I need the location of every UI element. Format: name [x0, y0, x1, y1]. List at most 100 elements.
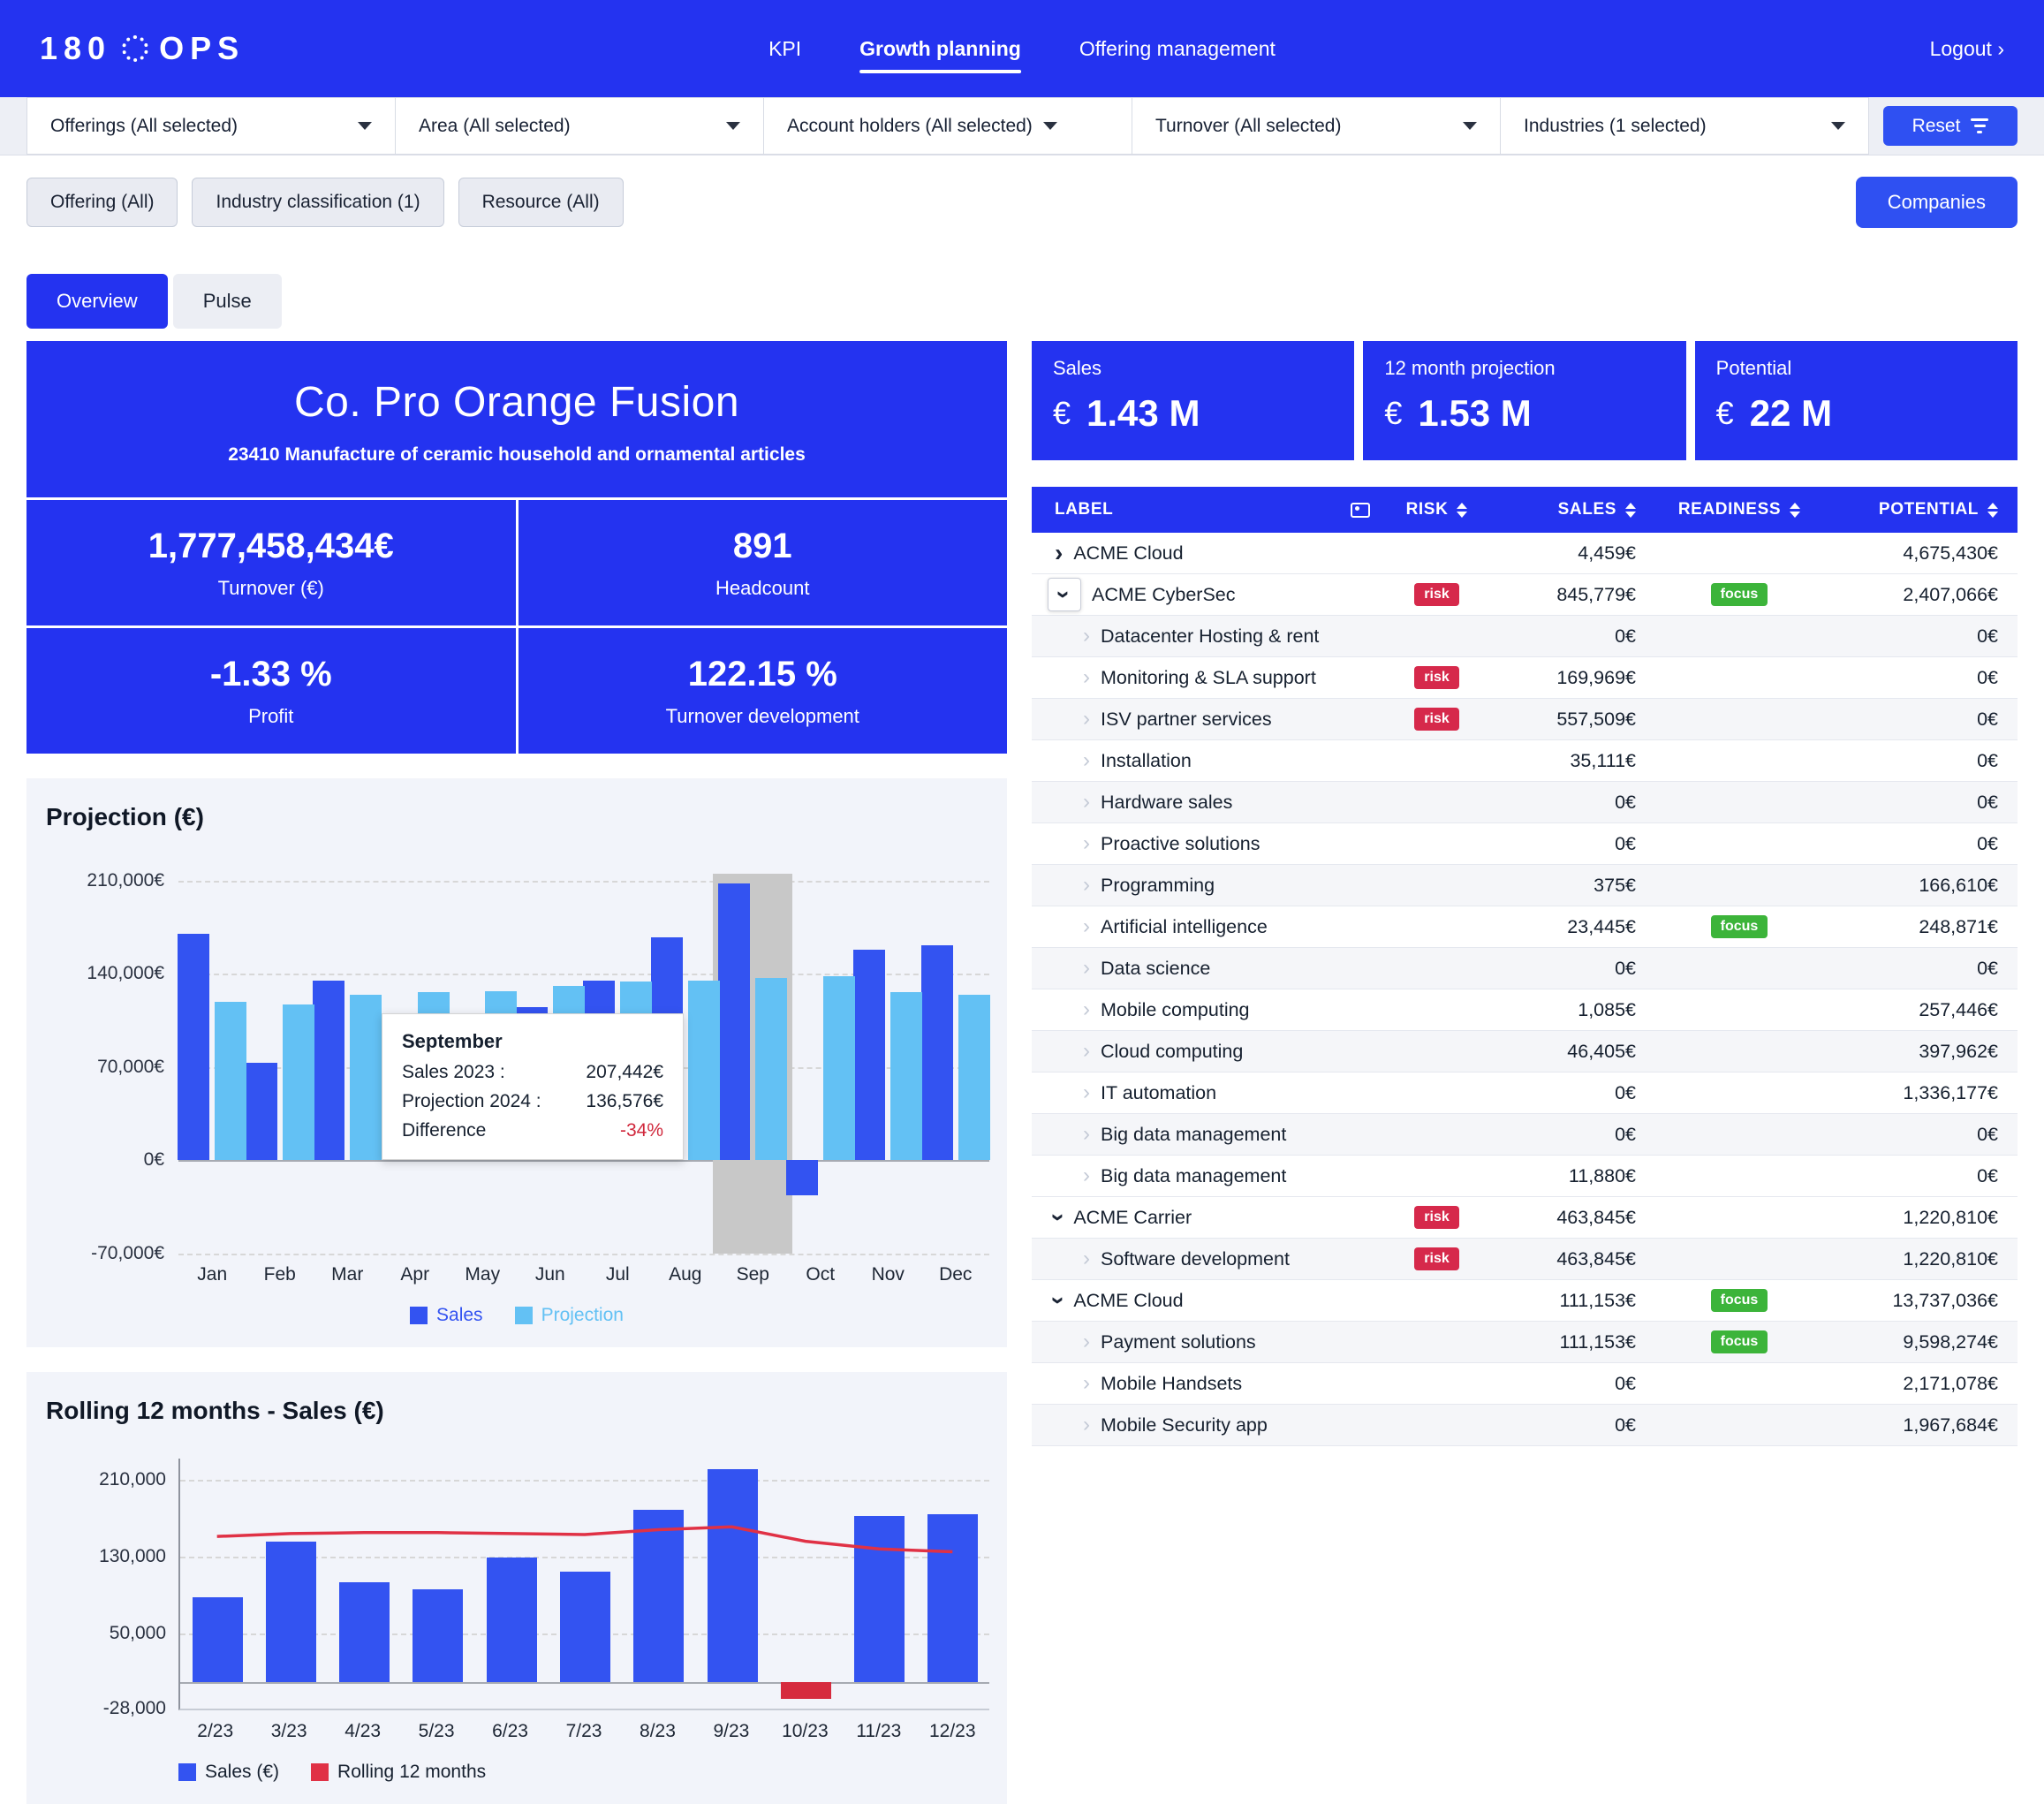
table-row[interactable]: ›Mobile Handsets0€2,171,078€	[1032, 1363, 2018, 1405]
table-row[interactable]: ›Big data management0€0€	[1032, 1114, 2018, 1156]
chevron-right-icon[interactable]: ›	[1083, 669, 1090, 686]
table-row[interactable]: ›Hardware sales0€0€	[1032, 782, 2018, 823]
row-potential-value: 397,962€	[1832, 1041, 2018, 1063]
row-label: Data science	[1101, 958, 1210, 980]
table-row[interactable]: ›IT automation0€1,336,177€	[1032, 1073, 2018, 1114]
gridline	[178, 881, 989, 883]
bar-projection[interactable]	[755, 978, 787, 1160]
table-row[interactable]: ›ACME CyberSecrisk845,779€focus2,407,066…	[1032, 574, 2018, 616]
filter-dropdown-offerings[interactable]: Offerings (All selected)	[26, 97, 396, 155]
chevron-right-icon[interactable]: ›	[1083, 918, 1090, 936]
expand-toggle[interactable]: ›	[1048, 578, 1081, 611]
table-row[interactable]: ›Software developmentrisk463,845€1,220,8…	[1032, 1239, 2018, 1280]
chevron-right-icon[interactable]: ›	[1083, 627, 1090, 645]
bar-sales[interactable]	[786, 1160, 818, 1194]
main-content: Co. Pro Orange Fusion 23410 Manufacture …	[26, 341, 2018, 1804]
table-row[interactable]: ›Datacenter Hosting & rent0€0€	[1032, 616, 2018, 657]
filter-chip-resource[interactable]: Resource (All)	[458, 178, 624, 227]
x-axis-label: Mar	[331, 1264, 363, 1285]
col-header-potential[interactable]: POTENTIAL	[1832, 500, 2018, 519]
left-column: Co. Pro Orange Fusion 23410 Manufacture …	[26, 341, 1007, 1804]
chevron-down-icon	[726, 122, 740, 130]
bar-projection[interactable]	[958, 995, 990, 1160]
x-axis-label: May	[465, 1264, 500, 1285]
projection-legend: SalesProjection	[26, 1305, 1007, 1326]
chevron-right-icon[interactable]: ›	[1083, 1042, 1090, 1060]
image-icon[interactable]	[1351, 503, 1370, 518]
filter-dropdown-turnover[interactable]: Turnover (All selected)	[1132, 97, 1501, 155]
chart-tooltip: September Sales 2023 :207,442€Projection…	[382, 1013, 684, 1160]
table-row[interactable]: ›Mobile computing1,085€257,446€	[1032, 989, 2018, 1031]
chevron-down-icon[interactable]: ›	[1056, 590, 1073, 598]
sort-icon[interactable]	[1790, 503, 1800, 518]
nav-item-kpi[interactable]: KPI	[768, 37, 801, 61]
sort-icon[interactable]	[1625, 503, 1636, 518]
bar-sales[interactable]	[853, 950, 885, 1160]
bar-projection[interactable]	[283, 1004, 314, 1161]
chevron-right-icon[interactable]: ›	[1083, 1375, 1090, 1392]
table-row[interactable]: ›Proactive solutions0€0€	[1032, 823, 2018, 865]
chevron-right-icon[interactable]: ›	[1083, 876, 1090, 894]
bar-sales[interactable]	[313, 981, 344, 1161]
chevron-right-icon[interactable]: ›	[1083, 793, 1090, 811]
col-header-readiness[interactable]: READINESS	[1647, 500, 1832, 519]
bar-sales[interactable]	[178, 934, 209, 1160]
filter-dropdown-label: Account holders (All selected)	[787, 116, 1033, 137]
table-row[interactable]: ›Data science0€0€	[1032, 948, 2018, 989]
sort-icon[interactable]	[1987, 503, 1998, 518]
filter-dropdown-industries[interactable]: Industries (1 selected)	[1501, 97, 1869, 155]
rolling-x-labels: 2/233/234/235/236/237/238/239/2310/2311/…	[178, 1721, 989, 1747]
bar-projection[interactable]	[823, 976, 855, 1160]
chevron-right-icon[interactable]: ›	[1083, 1167, 1090, 1185]
row-sales-value: 46,405€	[1488, 1041, 1647, 1063]
bar-projection[interactable]	[350, 995, 382, 1160]
table-row[interactable]: ›Cloud computing46,405€397,962€	[1032, 1031, 2018, 1073]
logout-link[interactable]: Logout ›	[1930, 37, 2004, 61]
chevron-right-icon[interactable]: ›	[1083, 1416, 1090, 1434]
chevron-down-icon[interactable]: ›	[1050, 1296, 1068, 1304]
filter-chip-industry[interactable]: Industry classification (1)	[192, 178, 443, 227]
table-row[interactable]: ›ACME Carrierrisk463,845€1,220,810€	[1032, 1197, 2018, 1239]
table-row[interactable]: ›ISV partner servicesrisk557,509€0€	[1032, 699, 2018, 740]
euro-icon: €	[1053, 395, 1071, 432]
sort-icon[interactable]	[1457, 503, 1467, 518]
chevron-right-icon[interactable]: ›	[1083, 1250, 1090, 1268]
chevron-right-icon[interactable]: ›	[1083, 1001, 1090, 1019]
chevron-right-icon[interactable]: ›	[1083, 835, 1090, 853]
tab-overview[interactable]: Overview	[26, 274, 168, 329]
bar-projection[interactable]	[890, 992, 922, 1160]
chevron-right-icon[interactable]: ›	[1083, 1084, 1090, 1102]
chevron-right-icon[interactable]: ›	[1083, 710, 1090, 728]
filter-dropdown-account[interactable]: Account holders (All selected)	[764, 97, 1132, 155]
table-row[interactable]: ›Installation35,111€0€	[1032, 740, 2018, 782]
reset-button[interactable]: Reset	[1883, 106, 2018, 146]
table-row[interactable]: ›Programming375€166,610€	[1032, 865, 2018, 906]
bar-sales[interactable]	[246, 1063, 277, 1160]
row-label: Proactive solutions	[1101, 833, 1260, 855]
bar-projection[interactable]	[215, 1002, 246, 1161]
chevron-down-icon[interactable]: ›	[1050, 1213, 1068, 1221]
table-row[interactable]: ›ACME Cloud111,153€focus13,737,036€	[1032, 1280, 2018, 1322]
col-header-risk[interactable]: RISK	[1386, 500, 1488, 519]
chevron-right-icon[interactable]: ›	[1083, 959, 1090, 977]
bar-projection[interactable]	[688, 981, 720, 1161]
nav-item-growth-planning[interactable]: Growth planning	[859, 37, 1021, 61]
nav-item-offering-management[interactable]: Offering management	[1079, 37, 1276, 61]
bar-sales[interactable]	[718, 883, 750, 1160]
col-header-sales[interactable]: SALES	[1488, 500, 1647, 519]
table-row[interactable]: ›Monitoring & SLA supportrisk169,969€0€	[1032, 657, 2018, 699]
bar-sales[interactable]	[921, 945, 953, 1160]
companies-button[interactable]: Companies	[1856, 177, 2018, 228]
chevron-right-icon[interactable]: ›	[1055, 544, 1063, 562]
chevron-right-icon[interactable]: ›	[1083, 1126, 1090, 1143]
tab-pulse[interactable]: Pulse	[173, 274, 282, 329]
table-row[interactable]: ›ACME Cloud4,459€4,675,430€	[1032, 533, 2018, 574]
table-row[interactable]: ›Artificial intelligence23,445€focus248,…	[1032, 906, 2018, 948]
filter-dropdown-area[interactable]: Area (All selected)	[396, 97, 764, 155]
table-row[interactable]: ›Payment solutions111,153€focus9,598,274…	[1032, 1322, 2018, 1363]
table-row[interactable]: ›Mobile Security app0€1,967,684€	[1032, 1405, 2018, 1446]
table-row[interactable]: ›Big data management11,880€0€	[1032, 1156, 2018, 1197]
chevron-right-icon[interactable]: ›	[1083, 752, 1090, 769]
filter-chip-offering[interactable]: Offering (All)	[26, 178, 178, 227]
chevron-right-icon[interactable]: ›	[1083, 1333, 1090, 1351]
